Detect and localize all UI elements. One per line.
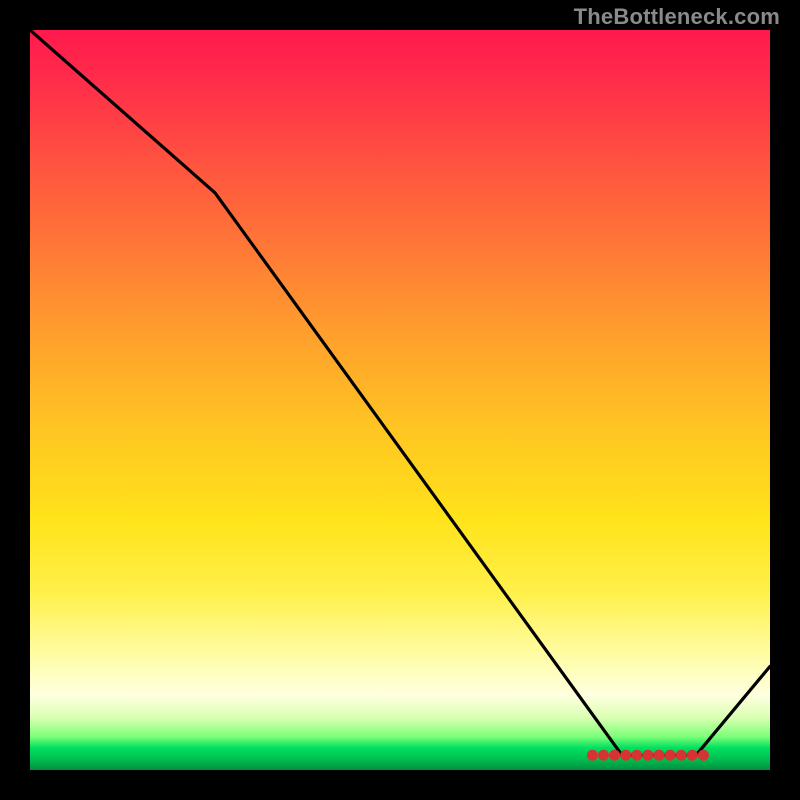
marker-dot bbox=[654, 750, 665, 761]
plot-area bbox=[30, 30, 770, 770]
marker-dot bbox=[642, 750, 653, 761]
marker-dot bbox=[620, 750, 631, 761]
marker-dot bbox=[587, 750, 598, 761]
marker-group bbox=[587, 750, 709, 761]
attribution-label: TheBottleneck.com bbox=[574, 4, 780, 30]
chart-svg bbox=[30, 30, 770, 770]
curve-path bbox=[30, 30, 770, 755]
marker-dot bbox=[687, 750, 698, 761]
chart-frame: TheBottleneck.com bbox=[0, 0, 800, 800]
marker-dot bbox=[698, 750, 709, 761]
marker-dot bbox=[609, 750, 620, 761]
marker-dot bbox=[598, 750, 609, 761]
marker-dot bbox=[665, 750, 676, 761]
marker-dot bbox=[631, 750, 642, 761]
marker-dot bbox=[676, 750, 687, 761]
